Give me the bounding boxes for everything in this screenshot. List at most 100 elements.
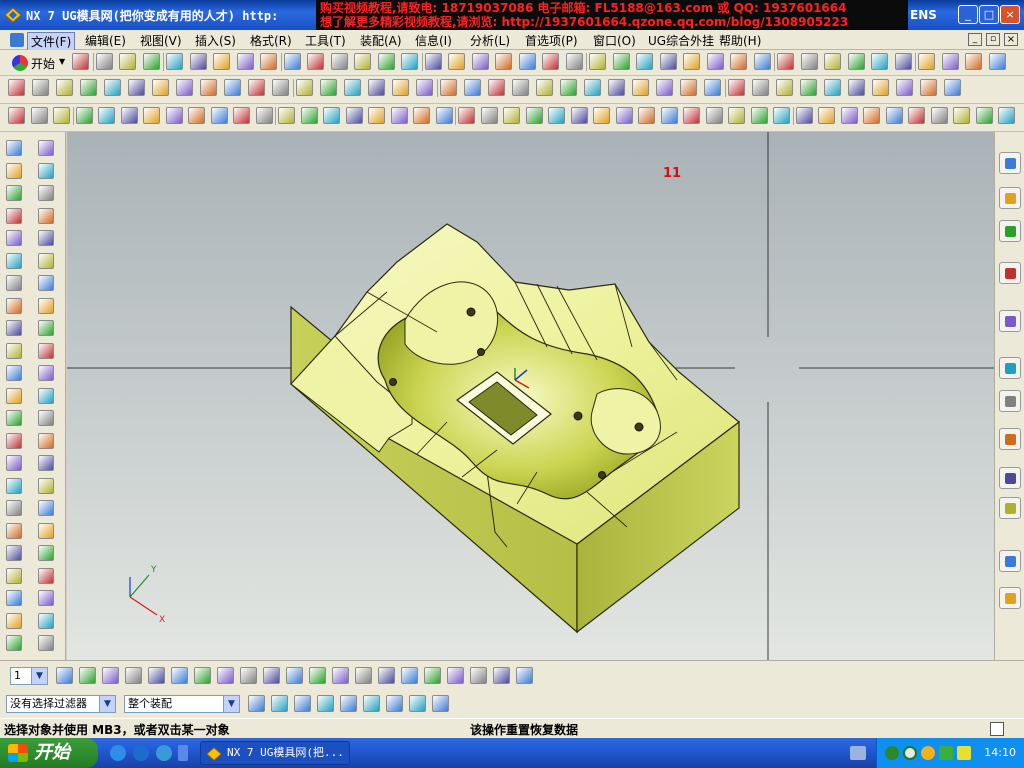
left-tool-icon[interactable] xyxy=(6,612,22,629)
toolbar-tool-icon[interactable] xyxy=(416,79,433,96)
left-tool-icon[interactable] xyxy=(38,162,54,179)
selection-tool-icon[interactable] xyxy=(317,695,334,712)
left-tool-icon[interactable] xyxy=(6,410,22,426)
toolbar-tool-icon[interactable] xyxy=(188,107,205,124)
left-tool-icon[interactable] xyxy=(6,320,22,336)
toolbar-tool-icon[interactable] xyxy=(56,79,73,96)
resource-tab-button[interactable] xyxy=(999,467,1021,489)
toolbar-tool-icon[interactable] xyxy=(589,53,606,70)
toolbar-tool-icon[interactable] xyxy=(975,107,993,124)
model-canvas[interactable]: Y X xyxy=(67,132,994,660)
toolbar-tool-icon[interactable] xyxy=(705,107,723,124)
left-tool-icon[interactable] xyxy=(6,522,22,539)
toolbar-tool-icon[interactable] xyxy=(871,53,888,70)
document-icon[interactable] xyxy=(10,33,24,47)
toolbar-tool-icon[interactable] xyxy=(283,53,301,70)
toolbar-tool-icon[interactable] xyxy=(152,79,169,96)
left-tool-icon[interactable] xyxy=(6,432,22,449)
toolbar-tool-icon[interactable] xyxy=(776,79,793,96)
resource-tab-button[interactable] xyxy=(999,152,1021,174)
resource-tab-button[interactable] xyxy=(999,428,1021,450)
left-tool-icon[interactable] xyxy=(38,590,54,606)
view-tool-icon[interactable] xyxy=(286,667,303,684)
menu-file[interactable]: 文件(F) xyxy=(27,32,76,51)
selection-tool-icon[interactable] xyxy=(363,695,380,712)
toolbar-tool-icon[interactable] xyxy=(824,53,841,70)
toolbar-tool-icon[interactable] xyxy=(165,107,183,124)
toolbar-tool-icon[interactable] xyxy=(660,107,678,124)
toolbar-tool-icon[interactable] xyxy=(98,107,115,124)
menu-analysis[interactable]: 分析(L) xyxy=(467,32,513,49)
maximize-button[interactable]: □ xyxy=(979,5,999,24)
toolbar-tool-icon[interactable] xyxy=(615,107,633,124)
toolbar-tool-icon[interactable] xyxy=(120,107,138,124)
toolbar-tool-icon[interactable] xyxy=(345,107,363,124)
left-tool-icon[interactable] xyxy=(38,567,54,584)
left-tool-icon[interactable] xyxy=(6,365,22,381)
resource-tab-button[interactable] xyxy=(999,357,1021,379)
view-tool-icon[interactable] xyxy=(424,667,441,684)
toolbar-tool-icon[interactable] xyxy=(525,107,543,124)
toolbar-tool-icon[interactable] xyxy=(377,53,395,70)
toolbar-tool-icon[interactable] xyxy=(255,107,273,124)
toolbar-tool-icon[interactable] xyxy=(752,79,769,96)
toolbar-tool-icon[interactable] xyxy=(872,79,889,96)
quicklaunch-expand-icon[interactable] xyxy=(178,745,188,761)
toolbar-tool-icon[interactable] xyxy=(495,53,512,70)
left-tool-icon[interactable] xyxy=(6,140,22,156)
toolbar-tool-icon[interactable] xyxy=(773,107,790,124)
left-tool-icon[interactable] xyxy=(6,455,22,471)
toolbar-tool-icon[interactable] xyxy=(296,79,313,96)
minimize-button[interactable]: _ xyxy=(958,5,978,24)
toolbar-tool-icon[interactable] xyxy=(536,79,553,96)
left-tool-icon[interactable] xyxy=(38,230,54,246)
toolbar-tool-icon[interactable] xyxy=(424,53,442,70)
toolbar-tool-icon[interactable] xyxy=(753,53,771,70)
left-tool-icon[interactable] xyxy=(38,522,54,539)
close-button[interactable]: × xyxy=(1000,5,1020,24)
left-tool-icon[interactable] xyxy=(38,432,54,449)
toolbar-tool-icon[interactable] xyxy=(918,53,935,70)
toolbar-tool-icon[interactable] xyxy=(464,79,481,96)
view-tool-icon[interactable] xyxy=(309,667,326,684)
toolbar-tool-icon[interactable] xyxy=(704,79,721,96)
view-tool-icon[interactable] xyxy=(194,667,211,684)
toolbar-tool-icon[interactable] xyxy=(278,107,295,124)
toolbar-tool-icon[interactable] xyxy=(908,107,925,124)
left-tool-icon[interactable] xyxy=(6,162,22,179)
left-tool-icon[interactable] xyxy=(38,612,54,629)
toolbar-tool-icon[interactable] xyxy=(176,79,193,96)
resource-tab-button[interactable] xyxy=(999,220,1021,242)
left-tool-icon[interactable] xyxy=(38,455,54,471)
left-tool-icon[interactable] xyxy=(38,140,54,156)
toolbar-tool-icon[interactable] xyxy=(542,53,559,70)
left-tool-icon[interactable] xyxy=(38,545,54,561)
toolbar-tool-icon[interactable] xyxy=(570,107,588,124)
chevron-down-icon[interactable]: ▼ xyxy=(99,696,115,712)
menu-view[interactable]: 视图(V) xyxy=(137,32,185,49)
toolbar-tool-icon[interactable] xyxy=(448,53,465,70)
doc-restore-button[interactable]: ▫ xyxy=(986,33,1000,46)
doc-minimize-button[interactable]: _ xyxy=(968,33,982,46)
left-tool-icon[interactable] xyxy=(6,230,22,246)
toolbar-tool-icon[interactable] xyxy=(683,107,700,124)
layer-select[interactable]: 1 ▼ xyxy=(10,667,48,685)
graphics-viewport[interactable]: Y X 11 xyxy=(67,132,994,660)
doc-close-button[interactable]: × xyxy=(1004,33,1018,46)
toolbar-tool-icon[interactable] xyxy=(142,53,160,70)
toolbar-tool-icon[interactable] xyxy=(728,79,745,96)
toolbar-tool-icon[interactable] xyxy=(323,107,340,124)
view-tool-icon[interactable] xyxy=(217,667,234,684)
menu-information[interactable]: 信息(I) xyxy=(412,32,455,49)
toolbar-tool-icon[interactable] xyxy=(941,53,959,70)
toolbar-tool-icon[interactable] xyxy=(53,107,70,124)
view-tool-icon[interactable] xyxy=(102,667,119,684)
toolbar-tool-icon[interactable] xyxy=(824,79,841,96)
left-tool-icon[interactable] xyxy=(6,207,22,224)
menu-insert[interactable]: 插入(S) xyxy=(192,32,239,49)
toolbar-tool-icon[interactable] xyxy=(458,107,475,124)
toolbar-tool-icon[interactable] xyxy=(706,53,724,70)
left-tool-icon[interactable] xyxy=(38,275,54,291)
toolbar-tool-icon[interactable] xyxy=(840,107,858,124)
toolbar-tool-icon[interactable] xyxy=(560,79,577,96)
